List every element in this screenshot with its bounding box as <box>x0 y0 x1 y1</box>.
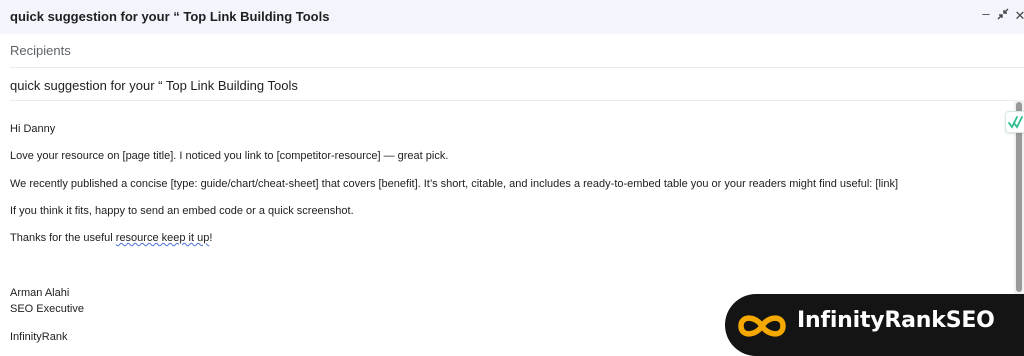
minimize-icon: – <box>982 6 990 21</box>
closing-line: Thanks for the useful resource keep it u… <box>10 232 212 244</box>
body-paragraph-3: If you think it fits, happy to send an e… <box>10 205 354 217</box>
signature-title: SEO Executive <box>10 303 84 315</box>
compose-title-bar: quick suggestion for your “ Top Link Bui… <box>0 0 1024 34</box>
divider <box>10 67 1024 68</box>
recipients-field[interactable]: Recipients <box>10 43 71 58</box>
compose-window-title: quick suggestion for your “ Top Link Bui… <box>10 9 330 24</box>
closing-suffix: ! <box>209 232 213 244</box>
divider <box>10 100 1024 101</box>
logo-text: InfinityRankSEO <box>797 308 995 333</box>
close-icon: ✕ <box>1014 8 1024 23</box>
infinity-loop-icon <box>738 315 786 337</box>
signature-name: Arman Alahi <box>10 287 70 299</box>
close-button[interactable]: ✕ <box>1013 8 1024 24</box>
subject-field[interactable]: quick suggestion for your “ Top Link Bui… <box>10 78 298 93</box>
grammar-check-button[interactable] <box>1005 111 1024 133</box>
greeting-line: Hi Danny <box>10 123 56 135</box>
minimize-button[interactable]: – <box>979 6 993 22</box>
spelling-flagged-text[interactable]: resource keep it up <box>116 232 210 244</box>
exit-fullscreen-icon <box>997 8 1009 20</box>
fullscreen-button[interactable] <box>996 8 1010 24</box>
body-paragraph-1: Love your resource on [page title]. I no… <box>10 150 449 162</box>
infinityrankseo-logo: InfinityRankSEO <box>725 294 1024 356</box>
grammar-check-icon <box>1008 116 1023 129</box>
body-paragraph-2: We recently published a concise [type: g… <box>10 178 899 190</box>
closing-prefix: Thanks for the useful <box>10 232 116 244</box>
signature-company: InfinityRank <box>10 331 68 343</box>
